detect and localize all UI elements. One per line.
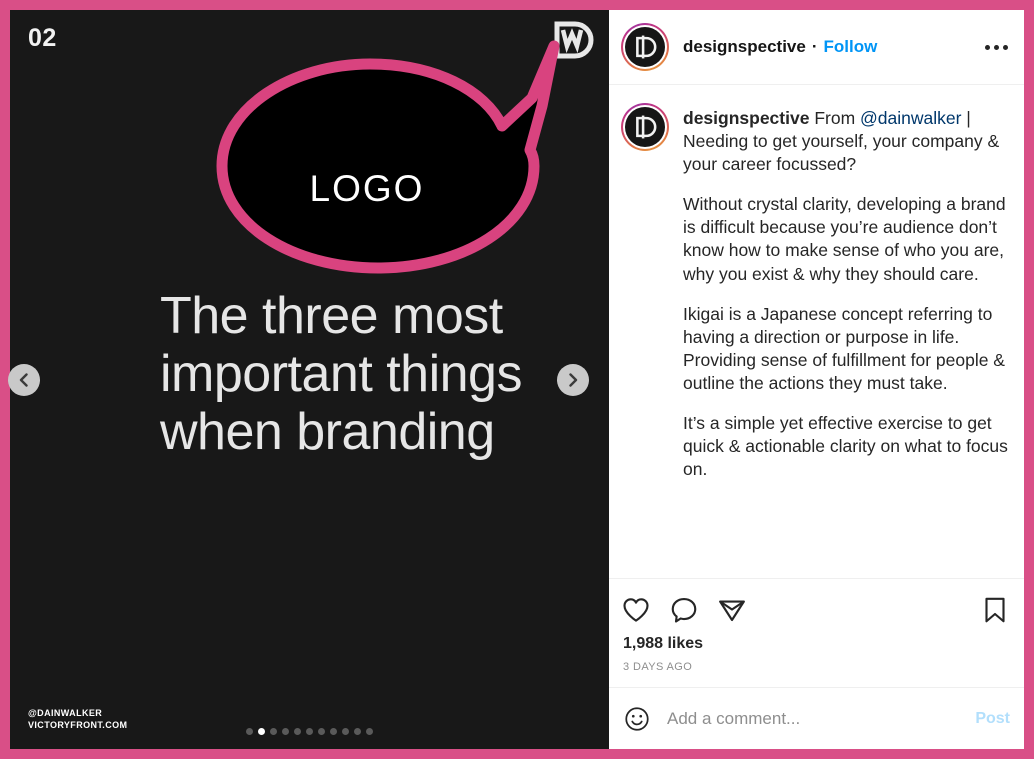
caption-paragraph: It’s a simple yet effective exercise to …	[683, 413, 1008, 480]
slide-number-label: 02	[28, 24, 57, 52]
more-dot	[985, 44, 990, 50]
action-icons	[621, 589, 1010, 627]
slide-headline: The three most important things when bra…	[160, 290, 580, 464]
comment-button[interactable]	[669, 595, 699, 625]
instagram-post-modal: 02 LOGO The three most important things …	[0, 0, 1034, 759]
comment-bubble-icon	[671, 597, 697, 623]
header-separator: ·	[811, 37, 818, 56]
speech-bubble: LOGO	[202, 38, 572, 288]
headline-line-2: important things	[160, 345, 522, 403]
more-options-button[interactable]	[983, 37, 1010, 58]
caption-text: designspective From @dainwalker | Needin…	[683, 103, 1010, 481]
post-info-pane: designspective · Follow designspective F…	[609, 0, 1034, 759]
comment-input[interactable]	[667, 708, 976, 729]
caption-intro-prefix: From	[809, 108, 861, 128]
carousel-dot[interactable]	[354, 728, 361, 735]
emoji-button[interactable]	[623, 705, 651, 733]
headline-line-1: The three most	[160, 287, 503, 345]
share-button[interactable]	[717, 595, 747, 625]
carousel-dot[interactable]	[282, 728, 289, 735]
likes-count[interactable]: 1,988 likes	[621, 627, 1010, 653]
caption-intro: designspective From @dainwalker | Needin…	[683, 107, 1010, 176]
caption-paragraph: Without crystal clarity, developing a br…	[683, 194, 1006, 284]
designspective-avatar-icon	[636, 35, 657, 59]
comment-box: Post	[609, 687, 1024, 749]
more-dot	[994, 44, 999, 50]
carousel-dot[interactable]	[294, 728, 301, 735]
carousel-dot[interactable]	[330, 728, 337, 735]
follow-button[interactable]: Follow	[824, 37, 878, 57]
avatar[interactable]	[621, 23, 669, 71]
carousel-slide[interactable]: 02 LOGO The three most important things …	[10, 10, 609, 749]
post-timestamp: 3 DAYS AGO	[623, 661, 693, 673]
designspective-avatar-icon	[636, 115, 657, 139]
post-username[interactable]: designspective	[683, 37, 806, 57]
more-dot	[1003, 44, 1008, 50]
headline-line-3: when branding	[160, 403, 495, 461]
carousel-dot[interactable]	[366, 728, 373, 735]
bubble-logo-label: LOGO	[309, 168, 425, 209]
carousel-dot[interactable]	[318, 728, 325, 735]
carousel-next-button[interactable]	[557, 363, 589, 396]
bookmark-icon	[985, 597, 1005, 623]
caption-row: designspective From @dainwalker | Needin…	[621, 103, 1010, 481]
carousel-dots	[10, 728, 609, 735]
paper-plane-icon	[719, 600, 745, 622]
post-card: designspective · Follow designspective F…	[609, 10, 1024, 749]
caption-paragraph: Ikigai is a Japanese concept referring t…	[683, 303, 1005, 393]
comments-area: designspective From @dainwalker | Needin…	[609, 85, 1024, 578]
post-header: designspective · Follow	[609, 10, 1024, 85]
carousel-dot[interactable]	[246, 728, 253, 735]
carousel-media-pane: 02 LOGO The three most important things …	[0, 0, 609, 759]
action-bar: 1,988 likes 3 DAYS AGO	[609, 578, 1024, 687]
caption-mention[interactable]: @dainwalker	[860, 108, 961, 128]
post-comment-button[interactable]: Post	[975, 710, 1010, 728]
carousel-dot[interactable]	[342, 728, 349, 735]
chevron-left-icon	[19, 372, 28, 387]
save-button[interactable]	[980, 595, 1010, 625]
carousel-dot[interactable]	[258, 728, 265, 735]
carousel-dot[interactable]	[270, 728, 277, 735]
caption-username[interactable]: designspective	[683, 108, 809, 128]
like-button[interactable]	[621, 595, 651, 625]
smiley-icon	[625, 706, 649, 731]
watermark-handle: @DAINWALKER	[28, 707, 103, 718]
heart-icon	[623, 598, 649, 622]
chevron-right-icon	[569, 372, 578, 387]
carousel-dot[interactable]	[306, 728, 313, 735]
caption-avatar[interactable]	[621, 103, 669, 151]
carousel-prev-button[interactable]	[8, 363, 40, 396]
